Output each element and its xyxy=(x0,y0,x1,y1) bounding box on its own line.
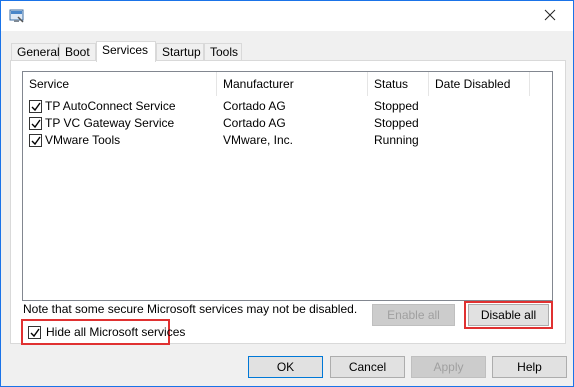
service-status: Running xyxy=(374,133,419,147)
title-bar xyxy=(1,1,573,31)
checkmark-icon xyxy=(31,136,41,146)
checkmark-icon xyxy=(31,119,41,129)
ok-button[interactable]: OK xyxy=(248,356,323,378)
button-label: Disable all xyxy=(480,308,537,322)
checkmark-icon xyxy=(30,328,40,338)
tab-tools[interactable]: Tools xyxy=(204,43,242,61)
table-row[interactable]: VMware Tools VMware, Inc. Running xyxy=(23,132,552,149)
service-name: TP AutoConnect Service xyxy=(45,99,176,113)
tab-boot[interactable]: Boot xyxy=(59,43,96,61)
tab-startup[interactable]: Startup xyxy=(156,43,204,61)
service-name: TP VC Gateway Service xyxy=(45,116,175,130)
button-label: Apply xyxy=(433,360,464,374)
table-row[interactable]: TP AutoConnect Service Cortado AG Stoppe… xyxy=(23,98,552,115)
table-row[interactable]: TP VC Gateway Service Cortado AG Stopped xyxy=(23,115,552,132)
close-button[interactable] xyxy=(527,1,573,31)
column-header-date-disabled[interactable]: Date Disabled xyxy=(429,72,530,96)
column-header-status[interactable]: Status xyxy=(368,72,429,96)
column-label: Manufacturer xyxy=(223,77,294,91)
help-button[interactable]: Help xyxy=(492,356,567,378)
tab-label: Startup xyxy=(162,45,201,59)
enable-all-button[interactable]: Enable all xyxy=(372,304,455,326)
secure-services-note: Note that some secure Microsoft services… xyxy=(23,302,358,316)
services-panel: Service Manufacturer Status Date Disable… xyxy=(10,60,566,345)
service-checkbox[interactable] xyxy=(29,100,42,113)
system-configuration-window: General Boot Services Startup Tools Serv… xyxy=(0,0,574,387)
column-label: Status xyxy=(374,77,409,91)
button-label: Enable all xyxy=(387,308,440,322)
service-name: VMware Tools xyxy=(45,133,121,147)
hide-ms-services-highlight[interactable]: Hide all Microsoft services xyxy=(21,319,185,345)
tab-label: Tools xyxy=(210,45,239,59)
column-label: Date Disabled xyxy=(435,77,511,91)
tab-services[interactable]: Services xyxy=(96,41,156,62)
disable-all-button[interactable]: Disable all xyxy=(468,304,549,326)
tab-label: Boot xyxy=(65,45,90,59)
service-manufacturer: VMware, Inc. xyxy=(223,133,294,147)
button-label: Cancel xyxy=(348,360,387,374)
close-icon xyxy=(544,9,556,24)
service-checkbox[interactable] xyxy=(29,134,42,147)
column-header-manufacturer[interactable]: Manufacturer xyxy=(217,72,368,96)
service-manufacturer: Cortado AG xyxy=(223,116,286,130)
checkmark-icon xyxy=(31,102,41,112)
service-manufacturer: Cortado AG xyxy=(223,99,286,113)
hide-ms-services-label: Hide all Microsoft services xyxy=(46,325,186,339)
column-header-service[interactable]: Service xyxy=(23,72,217,96)
service-checkbox[interactable] xyxy=(29,117,42,130)
list-header: Service Manufacturer Status Date Disable… xyxy=(23,72,552,96)
button-label: OK xyxy=(276,360,295,374)
tab-label: General xyxy=(17,45,60,59)
service-status: Stopped xyxy=(374,116,419,130)
hide-ms-services-checkbox[interactable] xyxy=(28,326,41,339)
apply-button[interactable]: Apply xyxy=(411,356,486,378)
service-status: Stopped xyxy=(374,99,419,113)
tab-label: Services xyxy=(102,43,149,57)
tab-general[interactable]: General xyxy=(11,43,60,61)
cancel-button[interactable]: Cancel xyxy=(330,356,405,378)
msconfig-icon xyxy=(9,8,25,24)
services-list[interactable]: Service Manufacturer Status Date Disable… xyxy=(22,71,553,301)
button-label: Help xyxy=(517,360,542,374)
column-label: Service xyxy=(29,77,70,91)
